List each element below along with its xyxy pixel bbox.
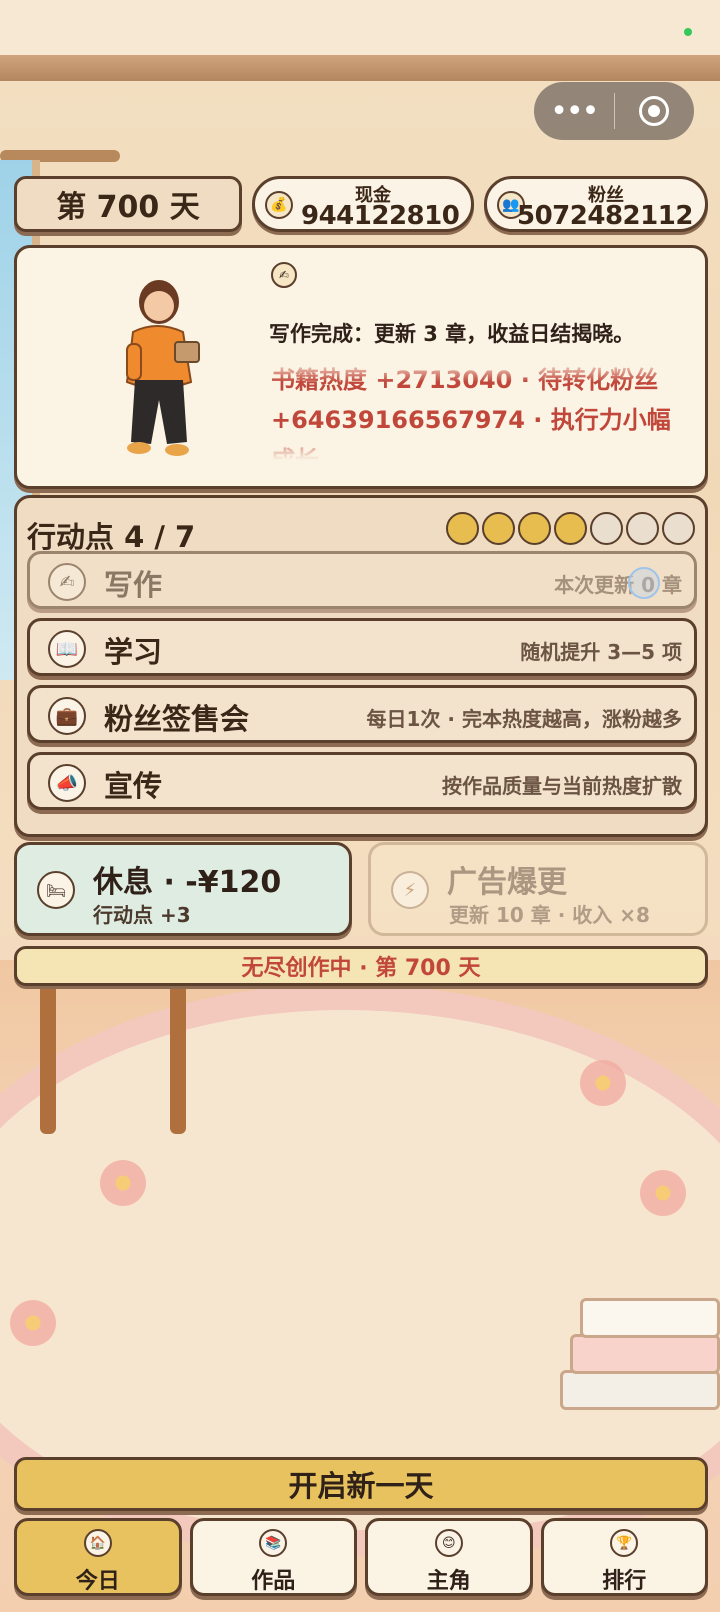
action-desc: 按作品质量与当前热度扩散: [442, 774, 682, 798]
action-point-empty: [662, 512, 695, 545]
bed-icon: 🛏: [37, 871, 75, 909]
miniprogram-capsule: •••: [534, 82, 694, 140]
tab-protagonist[interactable]: 😊 主角: [365, 1518, 533, 1596]
study-action-button[interactable]: 📖 学习 随机提升 3—5 项: [27, 618, 697, 676]
day-counter: 第 700 天: [14, 176, 242, 232]
pen-icon: ✍: [48, 563, 86, 601]
ad-subtitle: 更新 10 章 · 收入 ×8: [449, 903, 650, 927]
more-menu-icon[interactable]: •••: [534, 82, 614, 140]
story-log-line: +64639166567974 · 执行力小幅: [271, 406, 671, 434]
rug-flower: [100, 1160, 146, 1206]
rest-title: 休息 · -¥120: [93, 865, 282, 900]
bottom-tab-bar: 🏠 今日 📚 作品 😊 主角 🏆 排行: [14, 1518, 708, 1596]
fans-value: 5072482112: [517, 201, 693, 231]
megaphone-icon: 📣: [48, 764, 86, 802]
rest-button[interactable]: 🛏 休息 · -¥120 行动点 +3: [14, 842, 352, 936]
protagonist-avatar: [125, 280, 200, 456]
action-point-filled: [554, 512, 587, 545]
action-panel: 行动点 4 / 7 ✍ 写作 本次更新 0 章 📖 学习 随机提升 3—5 项 …: [14, 495, 708, 837]
story-panel: ✍ 写作完成：更新 3 章，收益日结揭晓。 书籍热度 +2713040 · 待转…: [14, 245, 708, 489]
action-points-meter: [446, 512, 695, 545]
tab-label: 排行: [602, 1569, 647, 1594]
story-message: 写作完成：更新 3 章，收益日结揭晓。: [269, 322, 635, 346]
tab-today[interactable]: 🏠 今日: [14, 1518, 182, 1596]
fan-signing-action-button[interactable]: 💼 粉丝签售会 每日1次 · 完本热度越高，涨粉越多: [27, 685, 697, 743]
action-point-filled: [446, 512, 479, 545]
lightning-icon: ⚡: [391, 871, 429, 909]
house-icon: 🏠: [83, 1529, 112, 1557]
ceiling-beam: [0, 55, 720, 81]
action-name: 学习: [104, 635, 163, 669]
books-icon: 📚: [259, 1529, 288, 1557]
tab-works[interactable]: 📚 作品: [189, 1518, 357, 1596]
book-icon: 📖: [48, 630, 86, 668]
rug-flower: [10, 1300, 56, 1346]
action-name: 写作: [104, 568, 163, 602]
endless-mode-banner: 无尽创作中 · 第 700 天: [14, 946, 708, 986]
rug-flower: [640, 1170, 686, 1216]
touch-indicator: [628, 567, 660, 599]
action-point-filled: [482, 512, 515, 545]
story-log-line: 成长: [271, 446, 319, 460]
action-point-empty: [626, 512, 659, 545]
ad-boost-button[interactable]: ⚡ 广告爆更 更新 10 章 · 收入 ×8: [368, 842, 708, 936]
briefcase-icon: 💼: [48, 697, 86, 735]
write-action-button[interactable]: ✍ 写作 本次更新 0 章: [27, 551, 697, 609]
action-point-filled: [518, 512, 551, 545]
action-name: 粉丝签售会: [104, 702, 250, 736]
chair: [20, 960, 240, 1140]
trophy-icon: 🏆: [610, 1529, 639, 1557]
action-desc: 本次更新 0 章: [554, 573, 682, 597]
quill-icon: ✍: [271, 262, 297, 288]
action-desc: 随机提升 3—5 项: [520, 640, 682, 664]
tab-label: 作品: [251, 1569, 296, 1594]
rest-subtitle: 行动点 +3: [93, 903, 191, 927]
story-log-line: 书籍热度 +2713040 · 待转化粉丝: [271, 366, 659, 394]
recording-indicator: [684, 28, 692, 36]
action-name: 宣传: [104, 769, 163, 803]
face-icon: 😊: [434, 1529, 463, 1557]
cash-value: 944122810: [301, 201, 460, 231]
action-point-empty: [590, 512, 623, 545]
promote-action-button[interactable]: 📣 宣传 按作品质量与当前热度扩散: [27, 752, 697, 810]
action-points-title: 行动点 4 / 7: [27, 520, 196, 554]
action-desc: 每日1次 · 完本热度越高，涨粉越多: [366, 707, 682, 731]
cash-stat: 💰 现金 944122810: [252, 176, 474, 232]
story-log[interactable]: 书籍热度 +2713040 · 待转化粉丝 +64639166567974 · …: [271, 360, 691, 460]
wall: [0, 0, 720, 55]
fans-stat: 👥 粉丝 5072482112: [484, 176, 708, 232]
ad-title: 广告爆更: [447, 865, 567, 900]
book-stack: [550, 1250, 720, 1410]
tab-label: 今日: [75, 1569, 120, 1594]
tab-label: 主角: [426, 1569, 471, 1594]
start-new-day-button[interactable]: 开启新一天: [14, 1457, 708, 1511]
tab-ranking[interactable]: 🏆 排行: [540, 1518, 708, 1596]
close-target-icon[interactable]: [615, 96, 695, 126]
rug-flower: [580, 1060, 626, 1106]
